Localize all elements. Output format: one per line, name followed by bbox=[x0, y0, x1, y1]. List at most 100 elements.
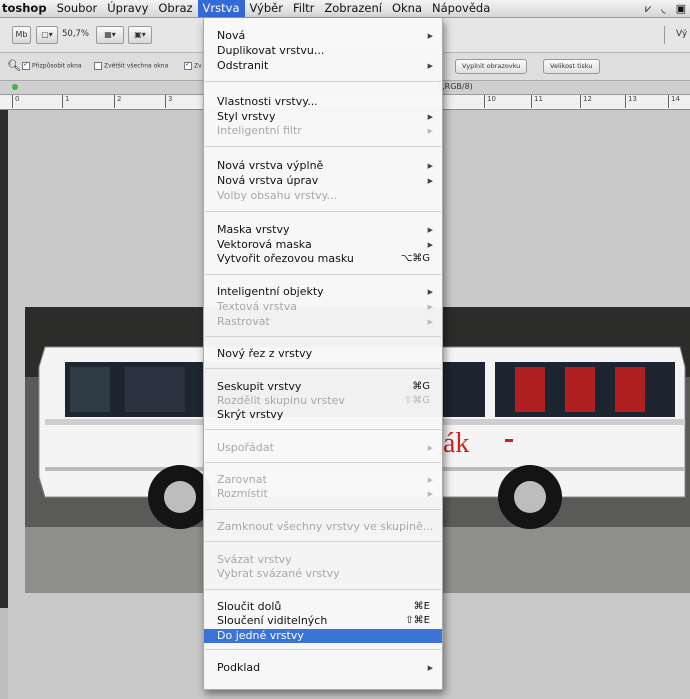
submenu-arrow-icon: ▶ bbox=[427, 177, 433, 185]
menubar-vrstva[interactable]: Vrstva bbox=[197, 0, 245, 17]
menu-item-label: Uspořádat bbox=[217, 441, 274, 454]
menu-shortcut: ⌘G bbox=[412, 381, 430, 392]
submenu-arrow-icon: ▶ bbox=[427, 162, 433, 170]
menubar-filtr[interactable]: Filtr bbox=[288, 0, 319, 17]
ruler-tick: 0 bbox=[12, 95, 19, 108]
menubar-zobrazeni[interactable]: Zobrazení bbox=[319, 0, 387, 17]
menu-item-volby-obsahu: Volby obsahu vrstvy... bbox=[204, 189, 442, 203]
menu-item-label: Vybrat svázané vrstvy bbox=[217, 567, 340, 580]
menubar-vyber[interactable]: Výběr bbox=[245, 0, 288, 17]
menu-item-orezova-maska[interactable]: Vytvořit ořezovou masku ⌥⌘G bbox=[204, 252, 442, 266]
menu-separator bbox=[205, 462, 441, 463]
menu-bar: toshop Soubor Úpravy Obraz Vrstva Výběr … bbox=[0, 0, 690, 18]
scrubby-zoom-checkbox[interactable] bbox=[184, 60, 192, 70]
submenu-arrow-icon: ▶ bbox=[427, 113, 433, 121]
menu-item-slouceni-viditelnych[interactable]: Sloučení viditelných ⇧⌘E bbox=[204, 614, 442, 628]
menu-item-label: Vytvořit ořezovou masku bbox=[217, 252, 354, 265]
scrubby-zoom-option[interactable]: Zv bbox=[184, 60, 202, 70]
submenu-arrow-icon: ▶ bbox=[427, 476, 433, 484]
arrange-documents-button[interactable]: ▦▾ bbox=[96, 26, 124, 44]
menubar-upravy[interactable]: Úpravy bbox=[102, 0, 153, 17]
menubar-napoveda[interactable]: Nápověda bbox=[427, 0, 495, 17]
menu-item-inteligentni-filtr: Inteligentní filtr ▶ bbox=[204, 124, 442, 138]
submenu-arrow-icon: ▶ bbox=[427, 241, 433, 249]
submenu-arrow-icon: ▶ bbox=[427, 318, 433, 326]
fill-screen-button[interactable]: Vyplnit obrazovku bbox=[455, 59, 528, 74]
menu-item-duplikovat[interactable]: Duplikovat vrstvu... bbox=[204, 44, 442, 58]
menu-item-label: Zamknout všechny vrstvy ve skupině... bbox=[217, 520, 434, 533]
menu-item-odstranit[interactable]: Odstranit ▶ bbox=[204, 59, 442, 73]
menu-shortcut: ⇧⌘E bbox=[405, 615, 430, 626]
zoom-level[interactable]: 50,7% bbox=[62, 29, 89, 39]
zoom-all-checkbox[interactable] bbox=[94, 62, 102, 70]
menu-item-label: Odstranit bbox=[217, 59, 269, 72]
wifi-icon[interactable]: ◟ bbox=[661, 2, 665, 15]
menu-item-sloucit-dolu[interactable]: Sloučit dolů ⌘E bbox=[204, 600, 442, 614]
screen-mode-button[interactable]: ▣▾ bbox=[128, 26, 152, 44]
menu-item-label: Vlastnosti vrstvy... bbox=[217, 95, 318, 108]
menubar-app-name[interactable]: toshop bbox=[0, 0, 52, 17]
fit-windows-checkbox[interactable] bbox=[22, 60, 30, 70]
toolbar-divider bbox=[664, 26, 665, 44]
ruler-tick: 3 bbox=[165, 95, 172, 108]
menu-item-label: Sloučit dolů bbox=[217, 600, 282, 613]
menu-item-label: Podklad bbox=[217, 661, 261, 674]
print-size-button[interactable]: Velikost tisku bbox=[543, 59, 600, 74]
zoom-tool-icon[interactable]: 🔍︎ bbox=[7, 59, 21, 72]
menu-item-usporadat: Uspořádat ▶ bbox=[204, 441, 442, 455]
submenu-arrow-icon: ▶ bbox=[427, 32, 433, 40]
submenu-arrow-icon: ▶ bbox=[427, 226, 433, 234]
menu-item-svazat-vrstvy: Svázat vrstvy bbox=[204, 553, 442, 567]
adobe-icon[interactable]: ⩗ bbox=[645, 2, 651, 16]
menu-item-nova-vrstva-uprav[interactable]: Nová vrstva úprav ▶ bbox=[204, 174, 442, 188]
menu-item-vlastnosti[interactable]: Vlastnosti vrstvy... bbox=[204, 95, 442, 109]
menu-item-vybrat-svazane: Vybrat svázané vrstvy bbox=[204, 567, 442, 581]
menu-item-textova-vrstva: Textová vrstva ▶ bbox=[204, 300, 442, 314]
menu-item-inteligentni-objekty[interactable]: Inteligentní objekty ▶ bbox=[204, 285, 442, 299]
menu-item-label: Nová vrstva výplně bbox=[217, 159, 324, 172]
menu-separator bbox=[205, 649, 441, 650]
menu-item-label: Volby obsahu vrstvy... bbox=[217, 189, 338, 202]
menu-item-nova[interactable]: Nová ▶ bbox=[204, 29, 442, 43]
zoom-all-option[interactable]: Zvětšit všechna okna bbox=[94, 62, 168, 70]
scrubby-zoom-label: Zv bbox=[194, 62, 202, 70]
menu-item-nova-vrstva-vyplne[interactable]: Nová vrstva výplně ▶ bbox=[204, 159, 442, 173]
menubar-obraz[interactable]: Obraz bbox=[153, 0, 197, 17]
menu-item-maska-vrstvy[interactable]: Maska vrstvy ▶ bbox=[204, 223, 442, 237]
menu-item-styl-vrstvy[interactable]: Styl vrstvy ▶ bbox=[204, 110, 442, 124]
menubar-soubor[interactable]: Soubor bbox=[52, 0, 103, 17]
zoom-all-label: Zvětšit všechna okna bbox=[104, 62, 169, 70]
menu-separator bbox=[205, 368, 441, 369]
menu-item-seskupit[interactable]: Seskupit vrstvy ⌘G bbox=[204, 380, 442, 394]
menubar-okna[interactable]: Okna bbox=[387, 0, 427, 17]
menu-item-do-jedne-vrstvy[interactable]: Do jedné vrstvy bbox=[204, 629, 442, 643]
menu-separator bbox=[205, 81, 441, 82]
menu-item-label: Styl vrstvy bbox=[217, 110, 276, 123]
close-document-icon[interactable] bbox=[12, 84, 18, 90]
menu-item-zamknout-vrstvy: Zamknout všechny vrstvy ve skupině... bbox=[204, 520, 442, 534]
menu-shortcut: ⇧⌘G bbox=[403, 395, 430, 406]
menu-item-label: Nová vrstva úprav bbox=[217, 174, 319, 187]
ruler-tick: 2 bbox=[114, 95, 121, 108]
menu-item-label: Rozmístit bbox=[217, 487, 268, 500]
menu-item-rastrovat: Rastrovat ▶ bbox=[204, 315, 442, 329]
menu-item-label: Rozdělit skupinu vrstev bbox=[217, 394, 345, 407]
menu-separator bbox=[205, 541, 441, 542]
menu-item-skryt-vrstvy[interactable]: Skrýt vrstvy bbox=[204, 408, 442, 422]
fit-windows-option[interactable]: Přizpůsobit okna bbox=[22, 60, 82, 70]
workspace-label[interactable]: Vý bbox=[676, 29, 687, 39]
menu-item-label: Inteligentní filtr bbox=[217, 124, 302, 137]
menu-item-label: Textová vrstva bbox=[217, 300, 298, 313]
menu-item-label: Maska vrstvy bbox=[217, 223, 290, 236]
menu-item-label: Nová bbox=[217, 29, 246, 42]
menu-item-vektorova-maska[interactable]: Vektorová maska ▶ bbox=[204, 238, 442, 252]
submenu-arrow-icon: ▶ bbox=[427, 664, 433, 672]
menu-item-novy-rez[interactable]: Nový řez z vrstvy bbox=[204, 347, 442, 361]
menu-item-podklad[interactable]: Podklad ▶ bbox=[204, 661, 442, 675]
menu-item-label: Nový řez z vrstvy bbox=[217, 347, 313, 360]
ruler-tick: 11 bbox=[531, 95, 543, 108]
display-icon[interactable]: ▣ bbox=[676, 2, 686, 15]
layer-menu-dropdown: Nová ▶ Duplikovat vrstvu... Odstranit ▶ Vl… bbox=[203, 18, 443, 690]
bridge-button[interactable]: Mb bbox=[12, 26, 31, 44]
view-extras-button[interactable]: ▢▾ bbox=[36, 26, 58, 44]
